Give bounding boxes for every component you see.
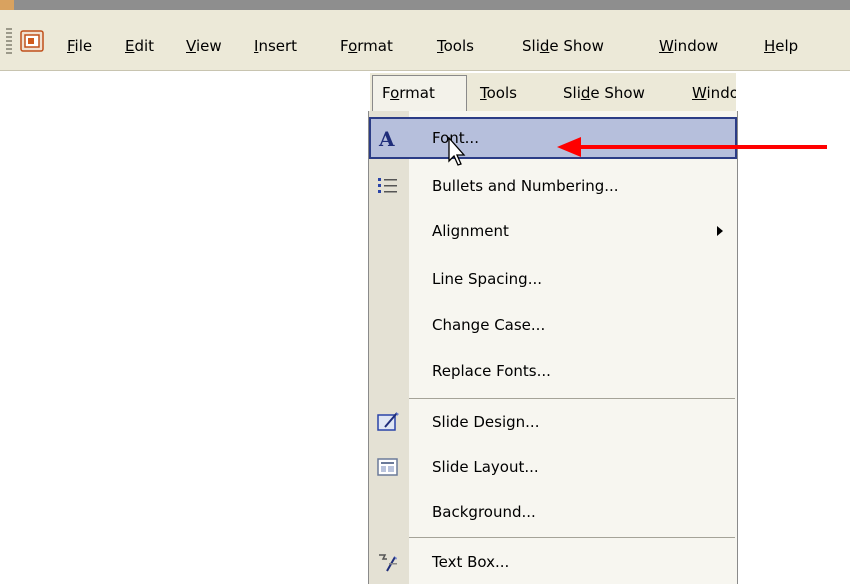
zoomed-window-key: W <box>692 84 707 102</box>
menu-help-rest: elp <box>775 37 799 55</box>
menu-slide-show[interactable]: Slide Show <box>522 36 604 56</box>
menu-item-text-box[interactable]: Text Box... <box>369 541 737 583</box>
menu-item-label: Text Box... <box>432 553 510 571</box>
menu-separator <box>409 537 735 538</box>
zoomed-slide-show-key: d <box>580 84 591 102</box>
slide-layout-icon <box>377 458 398 476</box>
menu-window-key: W <box>659 37 674 55</box>
toolbar-grip[interactable] <box>6 28 12 56</box>
zoomed-menu-format[interactable]: Format <box>382 83 435 103</box>
powerpoint-app-icon[interactable] <box>20 29 44 53</box>
menu-file-rest: ile <box>74 37 93 55</box>
menu-item-line-spacing[interactable]: Line Spacing... <box>369 258 737 300</box>
menu-format-pre: F <box>340 37 349 55</box>
zoomed-slide-show-rest: e Show <box>590 84 645 102</box>
menu-item-label: Replace Fonts... <box>432 362 551 380</box>
zoomed-format-pre: F <box>382 84 391 102</box>
title-bar-strip <box>0 0 850 10</box>
menu-item-alignment[interactable]: Alignment <box>369 210 737 252</box>
submenu-arrow-icon <box>717 226 723 236</box>
slide-design-icon <box>377 412 399 431</box>
font-icon: A <box>378 127 395 151</box>
title-bar-accent <box>0 0 14 10</box>
menu-item-label: Line Spacing... <box>432 270 543 288</box>
menu-view-key: V <box>186 37 196 55</box>
menu-item-label: Bullets and Numbering... <box>432 177 619 195</box>
menu-insert-rest: nsert <box>258 37 298 55</box>
menu-help[interactable]: Help <box>764 36 798 56</box>
menu-item-change-case[interactable]: Change Case... <box>369 304 737 346</box>
menu-insert[interactable]: Insert <box>254 36 297 56</box>
menu-format[interactable]: Format <box>340 36 393 56</box>
menu-item-slide-design[interactable]: Slide Design... <box>369 401 737 443</box>
menu-item-label: Slide Layout... <box>432 458 539 476</box>
bullets-icon <box>378 178 397 193</box>
menu-slide-show-rest: e Show <box>549 37 604 55</box>
menu-window[interactable]: Window <box>659 36 718 56</box>
zoomed-tools-rest: ools <box>486 84 517 102</box>
menu-item-label: Slide Design... <box>432 413 540 431</box>
menu-item-label: Alignment <box>432 222 509 240</box>
menu-view-rest: iew <box>195 37 222 55</box>
mouse-cursor-icon <box>448 137 466 166</box>
menu-edit-rest: dit <box>134 37 155 55</box>
menu-tools-key: T <box>437 37 444 55</box>
zoomed-menu-tools[interactable]: Tools <box>480 83 517 103</box>
menu-item-label: Change Case... <box>432 316 546 334</box>
zoomed-format-rest: rmat <box>399 84 435 102</box>
menu-window-rest: indow <box>673 37 719 55</box>
menu-tools[interactable]: Tools <box>437 36 474 56</box>
zoomed-menu-window[interactable]: Window <box>692 83 736 103</box>
menu-slide-show-key: d <box>539 37 550 55</box>
zoomed-slide-show-pre: Sli <box>563 84 581 102</box>
menu-slide-show-pre: Sli <box>522 37 540 55</box>
menu-bar: File Edit View Insert Format Tools Slide… <box>0 10 850 71</box>
menu-item-background[interactable]: Background... <box>369 491 737 533</box>
menu-separator <box>409 398 735 399</box>
zoomed-menu-bar: Format Tools Slide Show Window <box>370 73 736 112</box>
menu-format-rest: rmat <box>357 37 393 55</box>
menu-help-key: H <box>764 37 776 55</box>
format-menu-dropdown: A Font... Bullets and Numbering... Align… <box>368 111 738 584</box>
menu-item-label: Background... <box>432 503 536 521</box>
menu-view[interactable]: View <box>186 36 222 56</box>
menu-format-key: o <box>348 37 358 55</box>
menu-tools-rest: ools <box>443 37 474 55</box>
menu-file-key: F <box>67 37 75 55</box>
zoomed-tools-key: T <box>480 84 487 102</box>
menu-file[interactable]: File <box>67 36 92 56</box>
menu-edit[interactable]: Edit <box>125 36 154 56</box>
zoomed-menu-slide-show[interactable]: Slide Show <box>563 83 645 103</box>
text-box-icon <box>379 554 397 572</box>
menu-item-replace-fonts[interactable]: Replace Fonts... <box>369 350 737 392</box>
menu-item-slide-layout[interactable]: Slide Layout... <box>369 446 737 488</box>
zoomed-format-key: o <box>390 84 400 102</box>
svg-text:A: A <box>378 127 395 151</box>
annotation-arrow <box>557 137 827 157</box>
menu-item-bullets[interactable]: Bullets and Numbering... <box>369 165 737 207</box>
zoomed-window-rest: indow <box>706 84 736 102</box>
